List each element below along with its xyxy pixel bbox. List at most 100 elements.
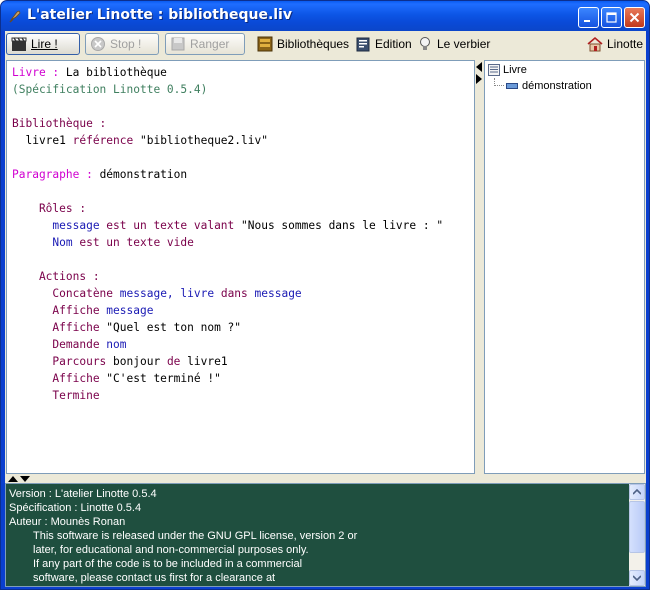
linotte-button[interactable]: Linotte — [583, 33, 647, 55]
paragraph-node-icon — [506, 83, 518, 89]
console-line: If any part of the code is to be include… — [33, 558, 303, 570]
code-token: "Nous sommes dans le livre : " — [241, 219, 444, 232]
code-token: "C'est terminé !" — [106, 372, 221, 385]
code-token: dans — [220, 287, 255, 300]
code-line: Affiche "C'est terminé !" — [12, 370, 474, 387]
bibliotheques-label: Bibliothèques — [277, 37, 350, 51]
code-token: référence — [72, 134, 134, 147]
code-line: Affiche message — [12, 302, 474, 319]
lire-button[interactable]: Lire ! — [6, 33, 80, 55]
code-token: livre1 — [187, 355, 228, 368]
horizontal-splitter-arrows-icon[interactable] — [7, 475, 37, 483]
tree-node-demonstration[interactable]: démonstration — [506, 80, 592, 92]
code-token: "bibliotheque2.liv" — [133, 134, 268, 147]
stop-label: Stop ! — [110, 37, 142, 51]
code-token: message — [12, 219, 107, 232]
code-token: Actions : — [12, 270, 100, 283]
window-title: L'atelier Linotte : bibliotheque.liv — [27, 7, 292, 23]
code-line: Actions : — [12, 268, 474, 285]
scroll-thumb[interactable] — [629, 501, 645, 553]
code-line: Livre : La bibliothèque — [12, 64, 474, 81]
disk-icon — [171, 37, 185, 51]
maximize-icon — [606, 12, 617, 23]
console-line: later, for educational and non-commercia… — [33, 544, 309, 556]
application-window: L'atelier Linotte : bibliotheque.liv Lir… — [0, 0, 650, 590]
code-line: Rôles : — [12, 200, 474, 217]
code-token: La bibliothèque — [65, 66, 167, 79]
arrow-up-icon — [633, 489, 641, 495]
code-line: Paragraphe : démonstration — [12, 166, 474, 183]
tree-root-label: Livre — [503, 64, 527, 76]
code-token: démonstration — [99, 168, 188, 181]
code-token: livre1 — [12, 134, 73, 147]
code-line: Nom est un texte vide — [12, 234, 474, 251]
code-line: livre1 référence "bibliotheque2.liv" — [12, 132, 474, 149]
toolbar: Lire ! Stop ! Ranger Bibliothèques Editi… — [5, 31, 646, 57]
console-scrollbar[interactable] — [629, 484, 645, 586]
clapperboard-icon — [11, 37, 27, 51]
console-line: Spécification : Linotte 0.5.4 — [9, 502, 142, 514]
code-token: Nom — [12, 236, 80, 249]
code-token: Bibliothèque : — [12, 117, 107, 130]
code-token: Demande — [12, 338, 107, 351]
code-editor[interactable]: Livre : La bibliothèque (Spécification Li… — [6, 60, 475, 474]
client-area: Lire ! Stop ! Ranger Bibliothèques Editi… — [5, 31, 646, 587]
console-line: ronan.mounes@gmail.com — [9, 585, 645, 586]
code-token: Parcours — [12, 355, 114, 368]
tree-node-livre[interactable]: Livre — [488, 64, 527, 76]
code-token: est un texte valant — [106, 219, 242, 232]
linotte-bird-icon — [9, 10, 21, 23]
code-line: Concatène message, livre dans message — [12, 285, 474, 302]
console-line: Auteur : Mounès Ronan — [9, 516, 126, 528]
code-token: Rôles : — [12, 202, 87, 215]
console-line: software, please contact us first for a … — [33, 572, 276, 584]
maximize-button[interactable] — [601, 7, 622, 28]
verbier-button[interactable]: Le verbier — [413, 33, 494, 55]
code-token: Affiche — [12, 372, 107, 385]
code-line: Termine — [12, 387, 474, 404]
tree-child-label: démonstration — [522, 80, 592, 92]
edit-document-icon — [356, 37, 370, 52]
home-icon — [587, 36, 603, 52]
minimize-button[interactable] — [578, 7, 599, 28]
code-token: Livre : — [12, 66, 66, 79]
stop-button[interactable]: Stop ! — [85, 33, 159, 55]
code-line: Affiche "Quel est ton nom ?" — [12, 319, 474, 336]
ranger-button[interactable]: Ranger — [165, 33, 245, 55]
library-books-icon — [257, 36, 273, 52]
code-token: message — [254, 287, 302, 300]
code-token: message, livre — [119, 287, 221, 300]
code-token: (Spécification Linotte 0.5.4) — [12, 83, 208, 96]
minimize-icon — [584, 20, 590, 22]
code-token: bonjour — [113, 355, 167, 368]
bibliotheques-button[interactable]: Bibliothèques — [253, 33, 353, 55]
code-token: Termine — [12, 389, 100, 402]
scroll-down-button[interactable] — [629, 570, 645, 586]
close-button[interactable] — [624, 7, 645, 28]
code-line: Demande nom — [12, 336, 474, 353]
scroll-up-button[interactable] — [629, 484, 645, 500]
code-token: Concatène — [12, 287, 120, 300]
code-token: Affiche — [12, 304, 107, 317]
title-bar[interactable]: L'atelier Linotte : bibliotheque.liv — [1, 1, 649, 31]
output-console[interactable]: Version : L'atelier Linotte 0.5.4 Spécifi… — [5, 483, 646, 587]
code-line: message est un texte valant "Nous sommes… — [12, 217, 474, 234]
tree-connector-horizontal — [494, 85, 504, 86]
code-token: "Quel est ton nom ?" — [106, 321, 242, 334]
verbier-label: Le verbier — [437, 37, 491, 51]
ranger-label: Ranger — [190, 37, 230, 51]
book-node-icon — [488, 64, 500, 76]
code-line: Bibliothèque : — [12, 115, 474, 132]
lightbulb-icon — [420, 37, 430, 50]
splitter-arrows-icon[interactable] — [476, 61, 482, 91]
code-token: est un texte vide — [79, 236, 194, 249]
console-line: This software is released under the GNU … — [33, 530, 358, 542]
code-line: (Spécification Linotte 0.5.4) — [12, 81, 474, 98]
linotte-label: Linotte — [607, 37, 644, 51]
edition-button[interactable]: Edition — [351, 33, 416, 55]
outline-tree[interactable]: Livre démonstration — [484, 60, 645, 474]
edition-label: Edition — [375, 37, 412, 51]
